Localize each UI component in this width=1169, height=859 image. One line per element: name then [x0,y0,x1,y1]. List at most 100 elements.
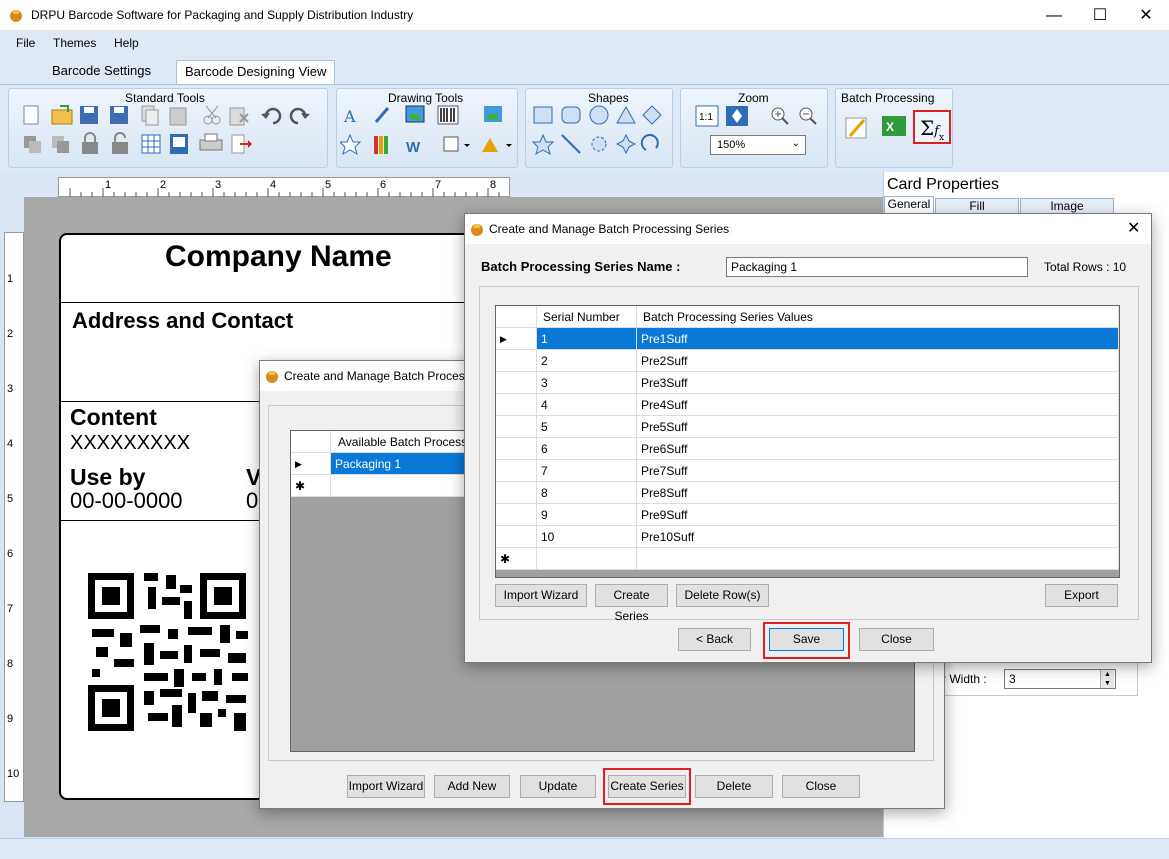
delete-rows-button[interactable]: Delete Row(s) [676,584,769,607]
new-row[interactable] [637,548,1119,570]
maximize-button[interactable]: ☐ [1077,0,1123,31]
row-header[interactable] [496,482,537,504]
value-cell[interactable]: Pre3Suff [637,372,1119,394]
tab-fill-background[interactable]: Fill Background [935,198,1019,227]
picture-tool-icon [405,105,425,123]
grid-icon [141,134,161,154]
row-header[interactable] [496,438,537,460]
group-title-drawing-tools: Drawing Tools [388,91,464,105]
close-icon[interactable]: ✕ [1127,214,1140,244]
add-new-button[interactable]: Add New [434,775,510,798]
row-selector-icon[interactable]: ▶ [291,453,331,475]
row-header[interactable] [496,350,537,372]
library-books-icon [374,136,388,154]
new-row[interactable] [537,548,637,570]
serial-cell[interactable]: 4 [537,394,637,416]
value-cell[interactable]: Pre8Suff [637,482,1119,504]
close-window-button[interactable]: ✕ [1123,0,1169,31]
print-preview-icon [170,134,188,154]
value-cell[interactable]: Pre10Suff [637,526,1119,548]
edit-batch-icon [845,117,867,139]
horizontal-ruler: 1 2 3 4 5 6 7 8 [58,177,510,197]
import-wizard-button[interactable]: Import Wizard [495,584,587,607]
content-label[interactable]: Content [70,404,157,431]
save-button[interactable]: Save [769,628,844,651]
import-wizard-button[interactable]: Import Wizard [347,775,425,798]
row-header[interactable] [496,460,537,482]
ellipse-shape-icon [589,105,609,125]
barcode-tool-icon [437,105,459,125]
value-cell[interactable]: Pre4Suff [637,394,1119,416]
new-row-icon[interactable]: ✱ [291,475,331,497]
rectangle-shape-icon [533,106,553,124]
export-button[interactable]: Export [1045,584,1118,607]
address-text[interactable]: Address and Contact [72,308,293,334]
row-header[interactable] [496,504,537,526]
dialog-title: Create and Manage Batch Process [284,369,471,383]
serial-cell[interactable]: 9 [537,504,637,526]
zoom-in-icon [771,107,789,125]
bring-front-icon [24,136,41,153]
create-series-button[interactable]: Create Series [595,584,668,623]
serial-cell[interactable]: 7 [537,460,637,482]
vertical-ruler: 1 2 3 4 5 6 7 8 9 10 [4,232,24,802]
minimize-button[interactable]: — [1031,0,1077,31]
serial-cell[interactable]: 5 [537,416,637,438]
serial-cell[interactable]: 6 [537,438,637,460]
menu-file[interactable]: File [16,36,35,50]
tab-image-processing[interactable]: Image Processing [1020,198,1114,227]
v-value[interactable]: 0 [246,488,258,514]
update-button[interactable]: Update [520,775,596,798]
serial-cell[interactable]: 3 [537,372,637,394]
row-header[interactable] [496,372,537,394]
shapes-icons[interactable] [530,104,670,164]
drawing-tools-icons[interactable]: A W [340,104,516,164]
serial-cell[interactable]: 2 [537,350,637,372]
close-button[interactable]: Close [859,628,934,651]
serial-cell[interactable]: 1 [537,328,637,350]
delete-button[interactable]: Delete [695,775,773,798]
zoom-icons[interactable]: 1:1 [694,104,824,130]
series-values-grid[interactable]: Serial Number Batch Processing Series Va… [495,305,1120,578]
copy-icon [141,105,159,126]
menu-themes[interactable]: Themes [53,36,96,50]
value-cell[interactable]: Pre2Suff [637,350,1119,372]
new-row-icon[interactable]: ✱ [496,548,537,570]
menu-help[interactable]: Help [114,36,139,50]
content-value[interactable]: XXXXXXXXX [70,432,190,455]
value-cell[interactable]: Pre9Suff [637,504,1119,526]
column-header-values[interactable]: Batch Processing Series Values [637,306,1119,328]
group-title-zoom: Zoom [738,91,769,105]
row-header[interactable] [496,416,537,438]
value-cell[interactable]: Pre1Suff [637,328,1119,350]
star-shape-tool-icon [340,133,362,156]
tab-general[interactable]: General [884,196,934,214]
qr-code[interactable] [88,573,250,735]
border-width-spinner[interactable]: 3 ▲ ▼ [1004,669,1116,689]
column-header-serial[interactable]: Serial Number [537,306,637,328]
company-name-text[interactable]: Company Name [165,240,392,274]
watermark-icon: W [406,139,421,156]
tab-barcode-settings[interactable]: Barcode Settings [44,60,159,84]
use-by-label[interactable]: Use by [70,464,145,491]
row-header[interactable] [496,526,537,548]
spinner-arrows-icon[interactable]: ▲ ▼ [1100,670,1114,688]
row-header[interactable] [496,394,537,416]
serial-cell[interactable]: 10 [537,526,637,548]
back-button[interactable]: < Back [678,628,751,651]
use-by-value[interactable]: 00-00-0000 [70,488,183,514]
zoom-select[interactable]: 150% ⌄ [710,135,806,155]
batch-series-button[interactable]: Σfx [913,110,951,144]
row-selector-icon[interactable]: ▶ [496,328,537,350]
value-cell[interactable]: Pre6Suff [637,438,1119,460]
menu-bar [0,31,1169,55]
value-cell[interactable]: Pre5Suff [637,416,1119,438]
series-name-input[interactable]: Packaging 1 [726,257,1028,277]
serial-cell[interactable]: 8 [537,482,637,504]
tab-barcode-designing-view[interactable]: Barcode Designing View [176,60,336,84]
standard-tools-icons[interactable] [20,104,320,164]
burst-shape-icon [591,136,607,152]
value-cell[interactable]: Pre7Suff [637,460,1119,482]
create-series-button[interactable]: Create Series [608,775,686,798]
close-button[interactable]: Close [782,775,860,798]
